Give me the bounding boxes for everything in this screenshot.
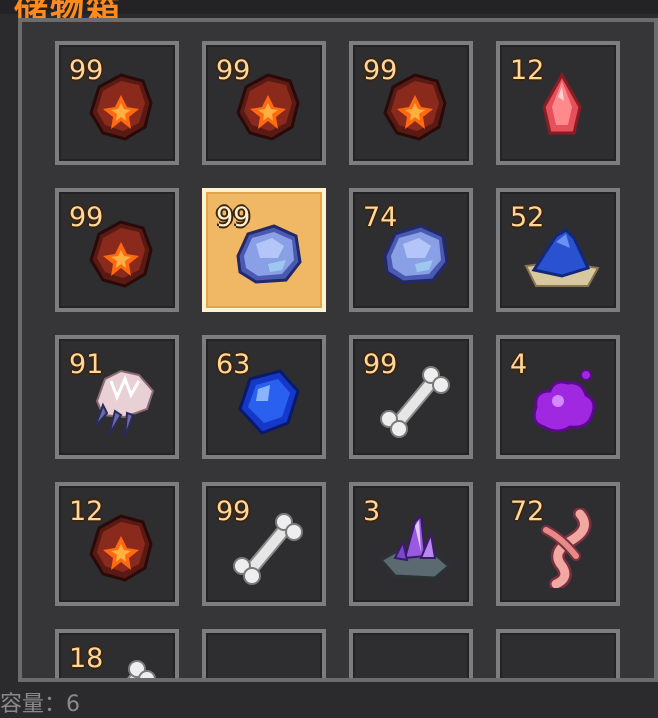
inventory-slot[interactable]: 52 [496,188,620,312]
item-count: 74 [363,202,398,233]
item-count: 99 [363,55,398,86]
item-count: 99 [69,55,104,86]
item-count: 18 [69,643,104,674]
item-count: 99 [216,202,251,233]
inventory-slot[interactable]: 99 [349,335,473,459]
inventory-slot[interactable]: 12 [55,482,179,606]
item-count: 99 [216,55,251,86]
capacity-label: 容量：6 [0,692,80,717]
item-count: 4 [510,349,528,380]
purple-slime-icon [522,361,602,441]
item-count: 99 [69,202,104,233]
inventory-slot[interactable]: 99 [202,41,326,165]
inventory-slot[interactable]: 74 [349,188,473,312]
item-count: 3 [363,496,381,527]
inventory-slot[interactable]: 4 [496,335,620,459]
inventory-slot[interactable] [349,629,473,678]
inventory-slot[interactable]: 99 [349,41,473,165]
storage-panel: 99 99 99 12 99 99 74 52 91 63 99 4 12 99 3 72 18 [18,18,658,682]
inventory-slot[interactable]: 99 [202,482,326,606]
inventory-slot-selected[interactable]: 99 [202,188,326,312]
inventory-slot[interactable]: 99 [55,188,179,312]
inventory-slot[interactable]: 3 [349,482,473,606]
item-count: 99 [216,496,251,527]
inventory-slot[interactable]: 63 [202,335,326,459]
inventory-slot[interactable] [496,629,620,678]
inventory-slot[interactable]: 72 [496,482,620,606]
item-count: 91 [69,349,104,380]
purple-crystal-ore-icon [375,508,455,588]
item-count: 12 [69,496,104,527]
inventory-slot[interactable] [202,629,326,678]
item-count: 52 [510,202,545,233]
item-count: 99 [363,349,398,380]
item-count: 72 [510,496,545,527]
inventory-slot[interactable]: 18 [55,629,179,678]
inventory-slot[interactable]: 91 [55,335,179,459]
inventory-slot[interactable]: 12 [496,41,620,165]
inventory-slot[interactable]: 99 [55,41,179,165]
item-count: 12 [510,55,545,86]
item-count: 63 [216,349,251,380]
